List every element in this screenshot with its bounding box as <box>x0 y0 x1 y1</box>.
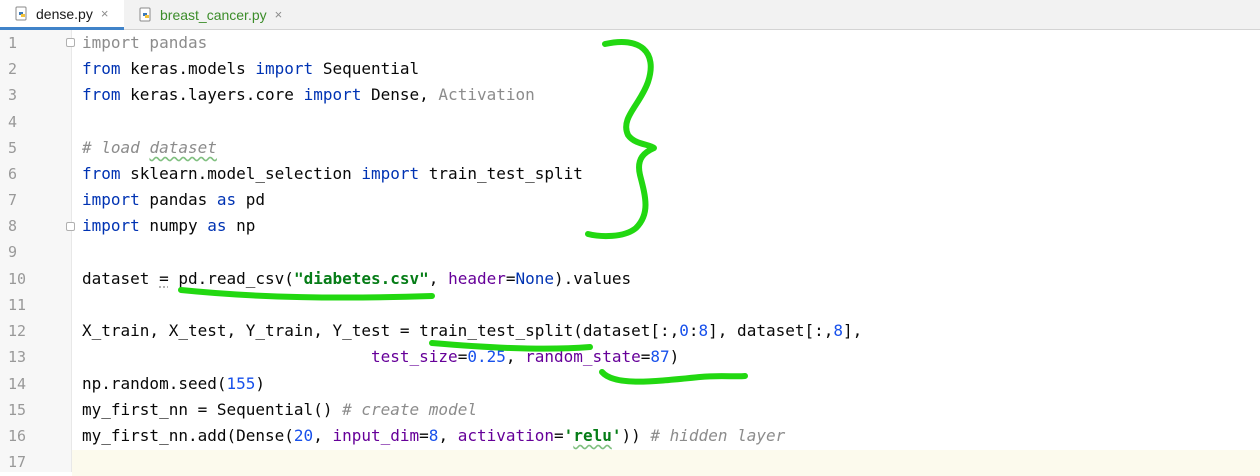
python-file-icon <box>138 7 154 23</box>
code-line-13: test_size=0.25, random_state=87) <box>370 347 680 366</box>
line-number: 11 <box>8 296 27 314</box>
brace-annotation <box>585 39 657 240</box>
line-number: 15 <box>8 401 27 419</box>
code-line-2: from keras.models import Sequential <box>82 59 420 78</box>
underline-test-size <box>599 369 748 385</box>
line-number: 3 <box>8 86 18 104</box>
code-line-12: X_train, X_test, Y_train, Y_test = train… <box>82 321 863 340</box>
code-line-10: dataset = pd.read_csv("diabetes.csv", he… <box>82 269 632 288</box>
code-line-7: import pandas as pd <box>82 190 266 209</box>
code-line-16: my_first_nn.add(Dense(20, input_dim=8, a… <box>82 426 786 445</box>
fold-marker-icon[interactable] <box>66 38 75 47</box>
line-number: 16 <box>8 427 27 445</box>
line-number: 12 <box>8 322 27 340</box>
line-number: 2 <box>8 60 18 78</box>
line-number: 6 <box>8 165 18 183</box>
editor-tab-bar: dense.py × breast_cancer.py × <box>0 0 1260 30</box>
current-line-highlight <box>72 450 1260 476</box>
code-line-5: # load dataset <box>82 138 217 157</box>
python-file-icon <box>14 6 30 22</box>
line-number: 8 <box>8 217 18 235</box>
line-number: 5 <box>8 139 18 157</box>
line-number: 17 <box>8 453 27 471</box>
line-number: 13 <box>8 348 27 366</box>
close-icon[interactable]: × <box>101 6 109 21</box>
tab-label: breast_cancer.py <box>160 6 267 23</box>
tab-dense-py[interactable]: dense.py × <box>0 0 124 30</box>
code-line-14: np.random.seed(155) <box>82 374 266 393</box>
fold-marker-icon[interactable] <box>66 222 75 231</box>
code-line-3: from keras.layers.core import Dense, Act… <box>82 85 535 104</box>
line-number: 1 <box>8 34 18 52</box>
line-number: 14 <box>8 375 27 393</box>
line-number: 9 <box>8 243 18 261</box>
line-number-gutter: 1 2 3 4 5 6 7 8 9 10 11 12 13 14 15 16 1… <box>0 30 75 472</box>
code-line-8: import numpy as np <box>82 216 256 235</box>
line-number: 10 <box>8 270 27 288</box>
close-icon[interactable]: × <box>275 7 283 22</box>
tab-breast-cancer-py[interactable]: breast_cancer.py × <box>124 0 304 29</box>
code-line-6: from sklearn.model_selection import trai… <box>82 164 583 183</box>
code-line-1: import pandas <box>82 33 208 52</box>
code-line-15: my_first_nn = Sequential() # create mode… <box>82 400 477 419</box>
line-number: 4 <box>8 113 18 131</box>
line-number: 7 <box>8 191 18 209</box>
tab-label: dense.py <box>36 5 93 22</box>
